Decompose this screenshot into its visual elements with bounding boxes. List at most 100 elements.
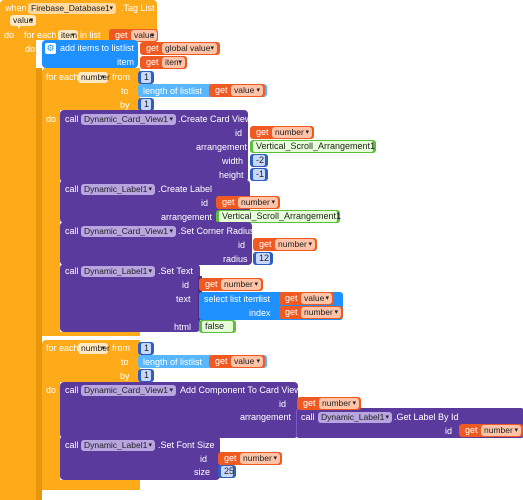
get-label: get xyxy=(256,127,269,137)
font-size-size-label: size xyxy=(194,467,211,477)
loop2-length-label: length of list xyxy=(143,357,192,367)
select-list-item-list-getter[interactable]: get value xyxy=(279,292,334,305)
create-card-method-label: .Create Card View xyxy=(178,114,252,124)
loop1-list-getter[interactable]: get value xyxy=(209,84,265,97)
create-card-width-label: width xyxy=(222,156,244,166)
get-label: get xyxy=(224,453,237,463)
set-text-html-boolean[interactable]: false xyxy=(199,320,236,333)
corner-radius-component-dropdown[interactable]: Dynamic_Card_View1 xyxy=(81,226,176,237)
set-text-method-label: .Set Text xyxy=(158,266,193,276)
event-do-label: do xyxy=(4,30,15,40)
add-items-item-getter[interactable]: get item xyxy=(140,56,187,69)
add-component-call-label: call xyxy=(65,385,79,395)
get-var-dropdown[interactable]: number xyxy=(238,197,278,208)
add-items-label: add items to list xyxy=(60,43,123,53)
add-component-component-dropdown[interactable]: Dynamic_Card_View1 xyxy=(81,385,176,396)
get-label: get xyxy=(303,398,316,408)
set-text-component-dropdown[interactable]: Dynamic_Label1 xyxy=(81,266,155,277)
create-label-component-dropdown[interactable]: Dynamic_Label1 xyxy=(81,184,155,195)
get-var-dropdown[interactable]: number xyxy=(319,398,359,409)
event-when-label: when xyxy=(5,3,27,13)
loop1-from-label: from xyxy=(112,72,130,82)
create-card-call-label: call xyxy=(65,114,79,124)
foreach-item-do-label: do xyxy=(25,44,36,54)
create-card-width-number[interactable]: -2 xyxy=(250,154,268,167)
create-card-id-getter[interactable]: get number xyxy=(250,126,314,139)
corner-radius-id-getter[interactable]: get number xyxy=(253,238,317,251)
loop1-var[interactable]: number xyxy=(78,72,110,83)
corner-radius-id-label: id xyxy=(238,240,246,250)
get-label: get xyxy=(215,356,228,366)
corner-radius-number[interactable]: 12 xyxy=(253,252,273,265)
add-items-list-label: list xyxy=(123,43,134,53)
select-list-item-list-label: list xyxy=(259,294,270,304)
add-component-id-label: id xyxy=(279,399,287,409)
create-card-arrangement-label: arrangement xyxy=(196,142,248,152)
get-label-by-id-call-label: call xyxy=(301,412,315,422)
get-label: get xyxy=(465,425,478,435)
create-card-arrangement-block[interactable]: Vertical_Scroll_Arrangement1 xyxy=(250,140,376,153)
loop2-list-getter[interactable]: get value xyxy=(209,355,265,368)
get-var-dropdown[interactable]: value xyxy=(301,293,332,304)
loop2-from-label: from xyxy=(112,343,130,353)
get-var-dropdown[interactable]: number xyxy=(301,307,341,318)
loop1-length-label: length of list xyxy=(143,86,192,96)
select-list-item-label: select list item xyxy=(204,294,261,304)
font-size-call-label: call xyxy=(65,440,79,450)
set-text-text-label: text xyxy=(176,294,191,304)
loop2-list-label: list xyxy=(191,357,202,367)
get-label: get xyxy=(146,43,159,53)
mutator-gear-icon[interactable]: ⚙ xyxy=(45,43,56,54)
get-label: get xyxy=(285,307,298,317)
get-var-dropdown[interactable]: number xyxy=(481,425,521,436)
font-size-component-dropdown[interactable]: Dynamic_Label1 xyxy=(81,440,155,451)
get-var-dropdown[interactable]: number xyxy=(221,279,261,290)
create-label-call-label: call xyxy=(65,184,79,194)
font-size-id-getter[interactable]: get number xyxy=(218,452,282,465)
get-label-by-id-id-label: id xyxy=(445,426,453,436)
event-param-value[interactable]: value xyxy=(10,15,36,26)
add-component-id-getter[interactable]: get number xyxy=(297,397,361,410)
get-var-dropdown[interactable]: number xyxy=(272,127,312,138)
create-card-component-dropdown[interactable]: Dynamic_Card_View1 xyxy=(81,114,176,125)
create-card-height-number[interactable]: -1 xyxy=(250,168,268,181)
font-size-method-label: .Set Font Size xyxy=(158,440,215,450)
set-text-id-label: id xyxy=(182,280,190,290)
get-label: get xyxy=(215,85,228,95)
font-size-number[interactable]: 25 xyxy=(218,465,236,478)
get-label: get xyxy=(222,197,235,207)
loop1-label: for each xyxy=(46,72,79,82)
get-var-dropdown[interactable]: item xyxy=(162,57,185,68)
event-component-dropdown[interactable]: Firebase_Database1 xyxy=(28,3,116,14)
get-var-dropdown[interactable]: value xyxy=(231,356,263,367)
add-component-arrangement-label: arrangement xyxy=(240,412,292,422)
loop2-var[interactable]: number xyxy=(78,343,110,354)
loop1-to-label: to xyxy=(121,86,129,96)
get-label-by-id-id-getter[interactable]: get number xyxy=(459,424,523,437)
get-var-dropdown[interactable]: value xyxy=(231,85,263,96)
add-component-method-label: Add Component To Card View xyxy=(180,385,301,395)
add-items-item-label: item xyxy=(117,57,135,67)
add-items-list-getter[interactable]: get global value xyxy=(140,42,220,55)
corner-radius-method-label: .Set Corner Radius xyxy=(178,226,255,236)
get-label: get xyxy=(259,239,272,249)
loop2-from-number[interactable]: 1 xyxy=(138,342,154,355)
get-var-dropdown[interactable]: number xyxy=(240,453,280,464)
get-var-dropdown[interactable]: number xyxy=(275,239,315,250)
loop1-do-label: do xyxy=(46,114,57,124)
loop1-from-number[interactable]: 1 xyxy=(138,71,154,84)
create-label-id-getter[interactable]: get number xyxy=(216,196,280,209)
create-card-id-label: id xyxy=(235,128,243,138)
set-text-id-getter[interactable]: get number xyxy=(199,278,263,291)
loop2-do-label: do xyxy=(46,385,57,395)
loop2-by-number[interactable]: 1 xyxy=(138,369,154,382)
event-name-label: .Tag List xyxy=(121,3,155,13)
loop2-label: for each xyxy=(46,343,79,353)
loop2-by-label: by xyxy=(120,371,130,381)
create-label-id-label: id xyxy=(201,198,209,208)
get-var-dropdown[interactable]: global value xyxy=(162,43,217,54)
get-label-by-id-component-dropdown[interactable]: Dynamic_Label1 xyxy=(318,412,392,423)
select-list-item-index-getter[interactable]: get number xyxy=(279,306,343,319)
set-text-call-label: call xyxy=(65,266,79,276)
loop1-list-label: list xyxy=(191,86,202,96)
